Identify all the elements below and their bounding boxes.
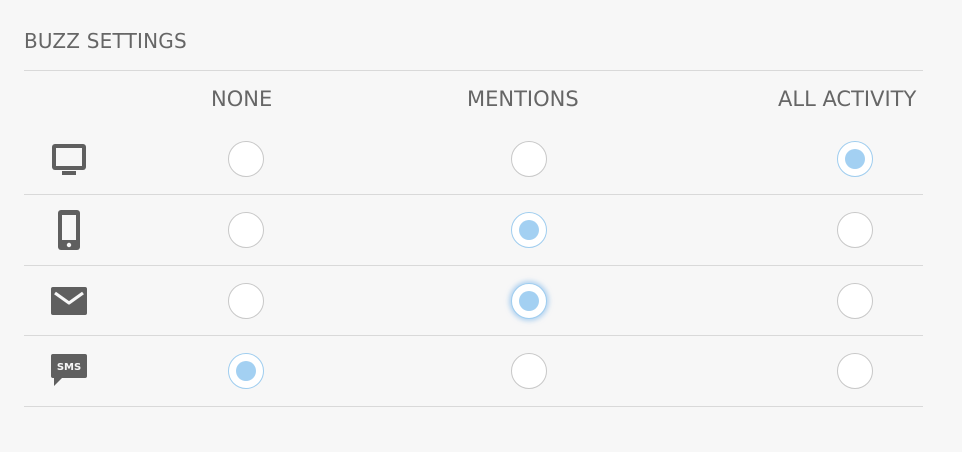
column-header-none: NONE	[211, 87, 273, 111]
mobile-phone-icon	[50, 195, 88, 265]
envelope-icon	[50, 266, 88, 336]
row-divider	[24, 406, 923, 407]
radio-mobile-all-activity[interactable]	[837, 212, 873, 248]
radio-desktop-mentions[interactable]	[511, 141, 547, 177]
column-header-all-activity: ALL ACTIVITY	[778, 87, 917, 111]
radio-sms-none[interactable]	[228, 353, 264, 389]
header-divider	[24, 70, 923, 71]
radio-desktop-all-activity[interactable]	[837, 141, 873, 177]
setting-row-sms: SMS	[24, 336, 923, 406]
setting-row-email	[24, 266, 923, 336]
radio-sms-mentions[interactable]	[511, 353, 547, 389]
setting-row-mobile	[24, 195, 923, 265]
svg-text:SMS: SMS	[57, 362, 81, 373]
monitor-icon	[50, 124, 88, 194]
setting-row-desktop	[24, 124, 923, 194]
radio-email-mentions[interactable]	[511, 283, 547, 319]
radio-sms-all-activity[interactable]	[837, 353, 873, 389]
radio-desktop-none[interactable]	[228, 141, 264, 177]
section-title: BUZZ SETTINGS	[24, 29, 187, 53]
buzz-settings-panel: BUZZ SETTINGS NONE MENTIONS ALL ACTIVITY	[24, 0, 923, 452]
radio-email-all-activity[interactable]	[837, 283, 873, 319]
radio-email-none[interactable]	[228, 283, 264, 319]
column-header-mentions: MENTIONS	[467, 87, 579, 111]
radio-mobile-mentions[interactable]	[511, 212, 547, 248]
sms-icon: SMS	[50, 336, 88, 406]
radio-mobile-none[interactable]	[228, 212, 264, 248]
